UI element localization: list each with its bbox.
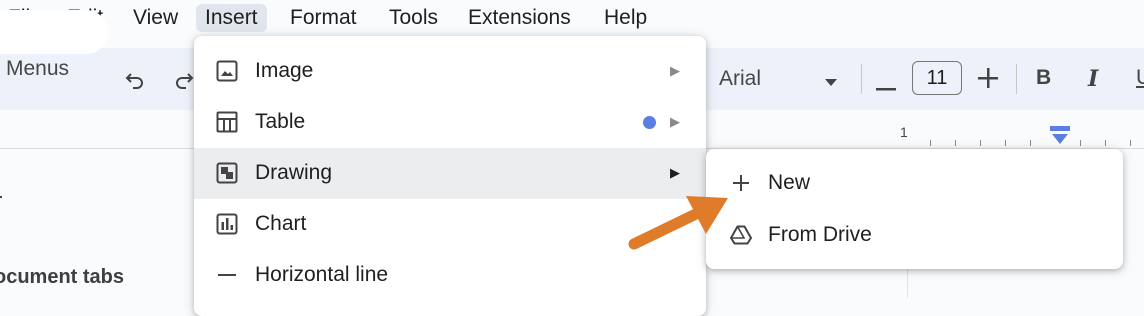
ruler-tick (930, 140, 931, 146)
submenu-item-label: New (768, 171, 811, 194)
image-icon (216, 60, 238, 82)
toolbar-divider (861, 64, 862, 94)
submenu-item-label: From Drive (768, 223, 872, 246)
drawing-icon (216, 162, 238, 184)
submenu-arrow-icon: ▶ (670, 165, 680, 180)
new-feature-dot (643, 116, 656, 129)
drawing-submenu: New From Drive (706, 149, 1123, 269)
italic-button[interactable]: I (1088, 66, 1098, 92)
annotation-arrow-icon (628, 190, 734, 257)
menu-item-label: Table (255, 110, 306, 133)
redo-icon[interactable] (173, 68, 195, 95)
horizontal-line-icon (216, 264, 238, 286)
ruler-tick (1130, 140, 1131, 146)
ruler-tick (1080, 140, 1081, 146)
ruler-tick (980, 140, 981, 146)
ruler-tick (955, 140, 956, 146)
menu-format[interactable]: Format (290, 4, 357, 32)
font-family-select[interactable]: Arial (719, 67, 761, 91)
menu-item-table[interactable]: Table ▶ (194, 97, 706, 148)
menu-item-label: Image (255, 59, 314, 82)
document-mark (0, 196, 2, 198)
table-icon (216, 111, 238, 133)
menu-item-label: Horizontal line (255, 263, 389, 286)
submenu-arrow-icon: ▶ (670, 114, 680, 129)
menu-insert[interactable]: Insert (196, 4, 267, 32)
menu-bar: File Edit View Insert Format Tools Exten… (0, 0, 1144, 36)
menus-search-label: Menus (6, 57, 70, 80)
ruler-tick (1005, 140, 1006, 146)
menu-extensions[interactable]: Extensions (468, 4, 571, 32)
submenu-item-new[interactable]: New (706, 158, 1123, 210)
menu-item-horizontal-line[interactable]: Horizontal line (194, 250, 706, 301)
indent-marker-icon[interactable] (1050, 126, 1070, 151)
font-dropdown-icon[interactable] (824, 74, 838, 92)
ruler-number: 1 (900, 124, 908, 140)
menu-item-label: Drawing (255, 161, 333, 184)
menu-item-label: Chart (255, 212, 307, 235)
increase-font-size-icon[interactable] (978, 68, 998, 93)
menu-view[interactable]: View (133, 4, 178, 32)
underline-button[interactable]: U (1136, 66, 1144, 90)
bold-button[interactable]: B (1036, 66, 1051, 90)
menus-search-pill[interactable] (0, 10, 108, 54)
menu-tools[interactable]: Tools (389, 4, 438, 32)
document-tabs-heading[interactable]: ocument tabs (0, 266, 124, 289)
ruler-tick (1030, 140, 1031, 146)
submenu-arrow-icon: ▶ (670, 63, 680, 78)
menu-help[interactable]: Help (604, 4, 647, 32)
submenu-item-from-drive[interactable]: From Drive (706, 210, 1123, 262)
font-size-input[interactable]: 11 (912, 61, 962, 95)
decrease-font-size-icon[interactable] (876, 78, 896, 96)
chart-icon (216, 213, 238, 235)
undo-icon[interactable] (124, 68, 146, 95)
insert-menu: Image ▶ Table ▶ Drawing ▶ Chart Horizont… (194, 36, 706, 316)
ruler-tick (1105, 140, 1106, 146)
toolbar-divider (1016, 64, 1017, 94)
menu-item-image[interactable]: Image ▶ (194, 46, 706, 97)
